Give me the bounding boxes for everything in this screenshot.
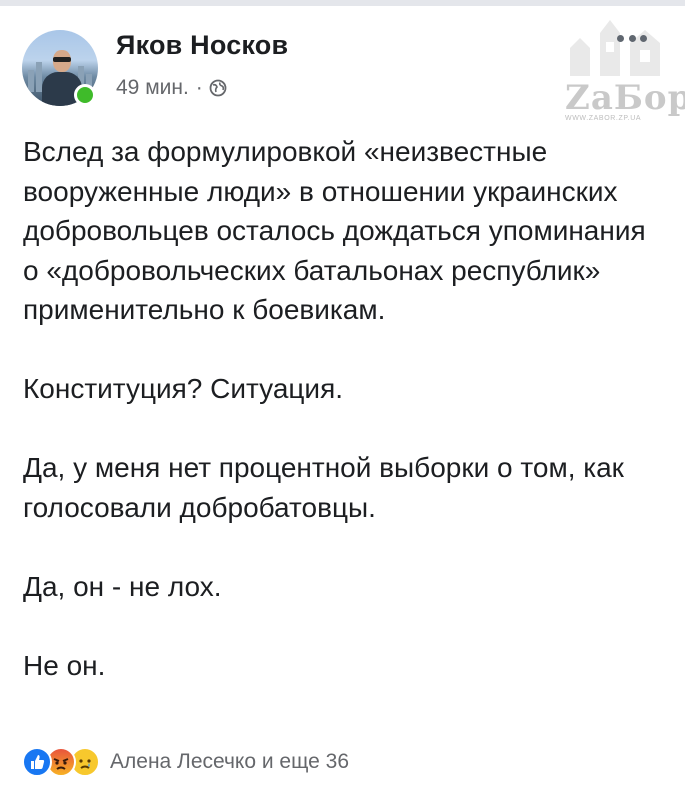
watermark-text: ZaБор <box>565 78 685 118</box>
top-divider <box>0 0 685 6</box>
post-meta: 49 мин. · <box>116 76 227 100</box>
post-time[interactable]: 49 мин. <box>116 76 189 100</box>
online-status-indicator <box>74 84 96 106</box>
meta-separator: · <box>195 76 203 99</box>
post-paragraph: Конституция? Ситуация. <box>23 373 344 404</box>
post-paragraph: Не он. <box>23 649 106 681</box>
post-paragraph: Да, у меня нет процентной выборки о том,… <box>23 452 624 523</box>
like-icon <box>22 747 52 777</box>
post-body: Вслед за формулировкой «неизвестные воор… <box>23 132 663 685</box>
reactions-summary[interactable]: Алена Лесечко и еще 36 <box>110 750 349 774</box>
reactions-bar[interactable]: Алена Лесечко и еще 36 <box>22 747 349 777</box>
watermark-url: WWW.ZABOR.ZP.UA <box>565 115 642 122</box>
globe-icon[interactable] <box>209 79 227 97</box>
author-avatar[interactable] <box>22 30 98 106</box>
author-name[interactable]: Яков Носков <box>116 30 288 61</box>
more-options-button[interactable] <box>617 30 647 46</box>
post-paragraph: Да, он - не лох. <box>23 570 222 602</box>
post-paragraph: Вслед за формулировкой «неизвестные воор… <box>23 136 646 325</box>
